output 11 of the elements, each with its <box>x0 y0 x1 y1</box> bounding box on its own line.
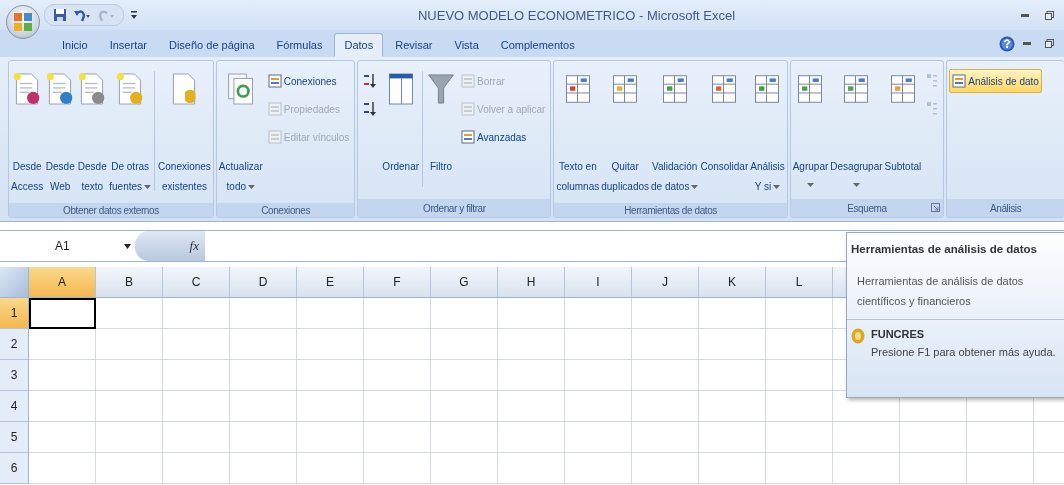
tooltip-title: Herramientas de análisis de datos <box>850 242 1038 257</box>
group-label: Conexiones <box>261 204 310 216</box>
group-label: Esquema <box>847 202 887 214</box>
group-label: Análisis <box>990 202 1022 214</box>
window-title: NUEVO MODELO ECONOMETRICO - Microsoft Excel <box>416 7 737 23</box>
group-label: Ordenar y filtrar <box>423 202 486 214</box>
group-label: Herramientas de datos <box>624 204 717 216</box>
add-in-name: FUNCRES <box>871 328 926 340</box>
tooltip-description: Herramientas de análisis de datos científicos y financieros <box>847 263 1064 320</box>
help-hint: Presione F1 para obtener más ayuda. <box>871 346 1056 358</box>
group-label: Obtener datos externos <box>63 204 159 216</box>
